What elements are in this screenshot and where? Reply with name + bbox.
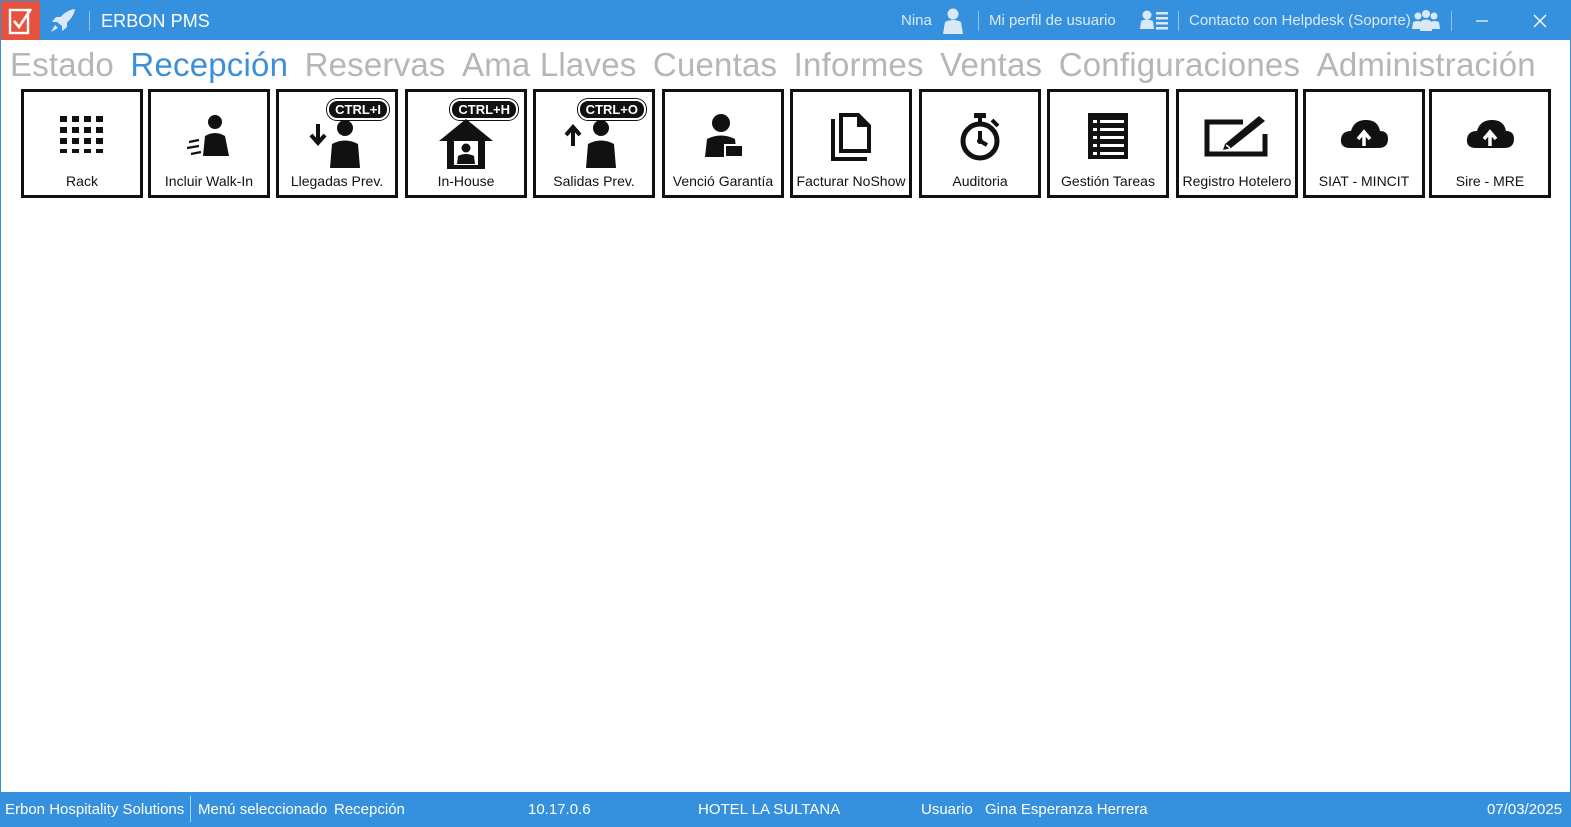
rocket-icon[interactable]	[49, 8, 77, 34]
task-management-label: Gestión Tareas	[1061, 173, 1155, 189]
stopwatch-icon	[960, 113, 1000, 161]
minimize-icon	[1476, 19, 1488, 22]
in-house-label: In-House	[437, 173, 495, 189]
status-date: 07/03/2025	[1487, 801, 1563, 818]
status-user-label: Usuario	[921, 801, 973, 818]
hotel-registry-label: Registro Hotelero	[1182, 173, 1292, 189]
rack-label: Rack	[66, 173, 98, 189]
status-menu-value: Recepción	[334, 801, 405, 818]
audit-label: Auditoria	[952, 173, 1008, 189]
title-bar: ERBON PMS Nina Mi perfil de usuario Cont…	[1, 1, 1570, 40]
app-window: ERBON PMS Nina Mi perfil de usuario Cont…	[0, 0, 1571, 827]
user-name[interactable]: Nina	[901, 12, 932, 29]
status-separator	[190, 796, 191, 822]
tab-informes[interactable]: Informes	[794, 46, 924, 84]
bill-noshow-button[interactable]: Facturar NoShow	[790, 89, 912, 198]
expired-guarantee-label: Venció Garantía	[672, 173, 774, 189]
bill-noshow-label: Facturar NoShow	[796, 173, 906, 189]
house-person-icon	[439, 119, 493, 169]
user-profile-link[interactable]: Mi perfil de usuario	[989, 12, 1116, 29]
sire-mre-button[interactable]: Sire - MRE	[1429, 89, 1551, 198]
tab-estado[interactable]: Estado	[10, 46, 114, 84]
hotel-registry-button[interactable]: Registro Hotelero	[1176, 89, 1298, 198]
arrivals-button[interactable]: CTRL+I Llegadas Prev.	[276, 89, 398, 198]
title-separator	[89, 11, 90, 31]
departures-label: Salidas Prev.	[553, 173, 635, 189]
tab-ventas[interactable]: Ventas	[940, 46, 1042, 84]
profile-list-icon[interactable]	[1139, 7, 1169, 35]
main-menu: Estado Recepción Reservas Ama Llaves Cue…	[10, 46, 1548, 88]
tab-cuentas[interactable]: Cuentas	[653, 46, 777, 84]
status-menu-label: Menú seleccionado	[198, 801, 328, 818]
tab-administracion[interactable]: Administración	[1317, 46, 1536, 84]
tab-configuraciones[interactable]: Configuraciones	[1059, 46, 1300, 84]
document-icon	[831, 113, 871, 161]
in-house-button[interactable]: CTRL+H In-House	[405, 89, 527, 198]
user-icon[interactable]	[941, 7, 965, 35]
task-management-button[interactable]: Gestión Tareas	[1047, 89, 1169, 198]
grid-icon	[60, 116, 103, 153]
title-separator	[1178, 11, 1179, 31]
close-icon	[1533, 14, 1547, 27]
title-separator	[1451, 11, 1452, 31]
edit-box-icon	[1204, 116, 1268, 157]
tab-reservas[interactable]: Reservas	[305, 46, 446, 84]
siat-mincit-label: SIAT - MINCIT	[1318, 173, 1410, 189]
walk-in-label: Incluir Walk-In	[164, 173, 254, 189]
walk-in-person-icon	[186, 115, 229, 156]
title-separator	[978, 11, 979, 31]
status-bar: Erbon Hospitality Solutions Menú selecci…	[1, 792, 1570, 826]
support-group-icon[interactable]	[1411, 7, 1441, 35]
status-user-name: Gina Esperanza Herrera	[985, 801, 1148, 818]
siat-mincit-button[interactable]: SIAT - MINCIT	[1303, 89, 1425, 198]
audit-button[interactable]: Auditoria	[919, 89, 1041, 198]
status-company: Erbon Hospitality Solutions	[5, 801, 185, 818]
tab-ama-llaves[interactable]: Ama Llaves	[462, 46, 636, 84]
arrival-person-icon	[309, 120, 360, 168]
app-title: ERBON PMS	[101, 11, 210, 31]
rack-button[interactable]: Rack	[21, 89, 143, 198]
cloud-upload-icon	[1466, 120, 1514, 148]
walk-in-button[interactable]: Incluir Walk-In	[148, 89, 270, 198]
arrivals-label: Llegadas Prev.	[290, 173, 384, 189]
tab-recepcion[interactable]: Recepción	[130, 46, 288, 84]
person-card-icon	[705, 114, 744, 158]
task-list-icon	[1088, 113, 1128, 159]
app-logo-icon[interactable]	[1, 1, 40, 40]
departure-person-icon	[564, 120, 616, 168]
close-button[interactable]	[1511, 1, 1569, 40]
cloud-upload-icon	[1340, 120, 1388, 148]
expired-guarantee-button[interactable]: Venció Garantía	[662, 89, 784, 198]
minimize-button[interactable]	[1453, 1, 1511, 40]
helpdesk-link[interactable]: Contacto con Helpdesk (Soporte)	[1189, 12, 1411, 29]
status-version: 10.17.0.6	[528, 801, 591, 818]
departures-button[interactable]: CTRL+O Salidas Prev.	[533, 89, 655, 198]
status-hotel: HOTEL LA SULTANA	[698, 801, 841, 818]
sire-mre-label: Sire - MRE	[1455, 173, 1525, 189]
